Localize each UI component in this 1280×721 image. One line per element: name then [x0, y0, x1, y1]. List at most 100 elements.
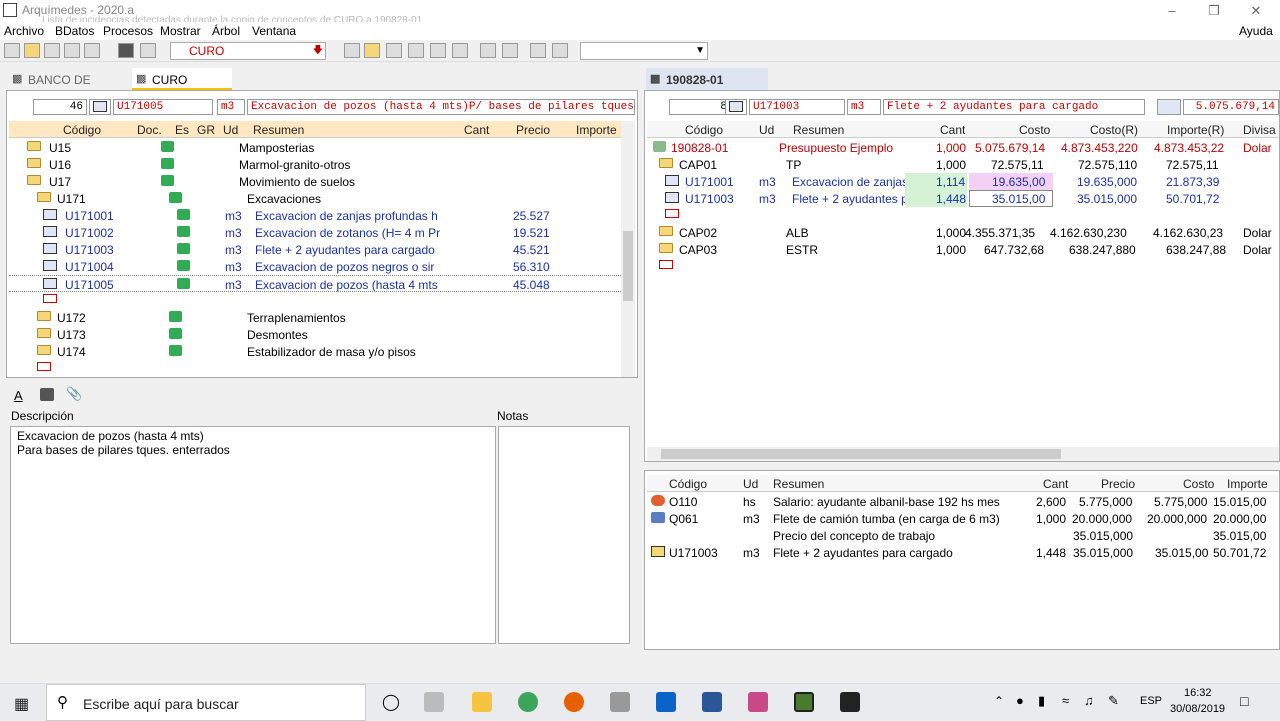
graph-icon[interactable]	[502, 43, 518, 58]
tab-banco[interactable]: ▩ BANCO DE	[8, 68, 132, 90]
image-icon[interactable]	[40, 388, 54, 401]
tree-row[interactable]: U171002 m3 Excavacion de zotanos (H= 4 m P…	[9, 224, 621, 241]
summary-field[interactable]: Excavacion de pozos (hasta 4 mts)P/ base…	[247, 99, 635, 115]
copy-concept-icon[interactable]	[344, 43, 360, 58]
tree-row[interactable]: U15 Mamposterias	[9, 139, 621, 156]
window-icon[interactable]	[530, 43, 546, 58]
explorer-icon[interactable]	[472, 692, 492, 712]
combo-arrow-icon[interactable]: 🡇	[313, 43, 323, 59]
arquimedes-icon[interactable]	[794, 692, 814, 712]
menu-arbol[interactable]: Árbol	[212, 24, 240, 38]
menu-archivo[interactable]: Archivo	[4, 24, 44, 38]
tree-row[interactable]: U171003 m3 Flete + 2 ayudantes para cargad…	[9, 241, 621, 258]
decomposition-row[interactable]: Q061 m3 Flete de camión tumba (en carga de…	[647, 510, 1279, 527]
redo-icon[interactable]	[84, 43, 100, 58]
tree-row[interactable]: U171 Excavaciones	[9, 190, 621, 207]
chart-icon[interactable]	[480, 43, 496, 58]
open-folder-icon[interactable]	[24, 43, 40, 58]
empty-combo[interactable]: ▼	[580, 42, 708, 60]
word-icon[interactable]	[702, 692, 722, 712]
tree-row-empty[interactable]	[9, 292, 621, 309]
code-field[interactable]: U171003	[749, 99, 845, 115]
maximize-icon[interactable]: ❐	[1204, 2, 1224, 20]
video-icon[interactable]	[840, 692, 860, 712]
tree-row[interactable]: U16 Marmol-granito-otros	[9, 156, 621, 173]
clock-time[interactable]: 16:32	[1184, 687, 1212, 699]
microphone-icon[interactable]: ●	[1016, 693, 1024, 708]
tree-row[interactable]: U171004 m3 Excavacion de pozos negros o si…	[9, 258, 621, 275]
budget-row-selected[interactable]: U171003 m3 Flete + 2 ayudantes p 1,448 35.01…	[647, 190, 1279, 207]
menu-bdatos[interactable]: BDatos	[55, 24, 94, 38]
tree-scrollbar[interactable]	[621, 121, 635, 377]
tree-row[interactable]: U171001 m3 Excavacion de zanjas profundas …	[9, 207, 621, 224]
tree-row[interactable]: U172 Terraplenamientos	[9, 309, 621, 326]
tree-row-selected[interactable]: U171005 m3 Excavacion de pozos (hasta 4 mt…	[9, 275, 621, 292]
decomposition-row[interactable]: U171003 m3 Flete + 2 ayudantes para cargad…	[647, 544, 1279, 561]
tab-curo[interactable]: ▩ CURO	[132, 68, 232, 90]
decomposition-row[interactable]: O110 hs Salario: ayudante albanil-base 192…	[647, 493, 1279, 510]
firefox-icon[interactable]	[564, 692, 584, 712]
windows-start-icon[interactable]: ▦	[14, 694, 29, 714]
print-icon[interactable]	[140, 43, 156, 58]
outlook-icon[interactable]	[656, 692, 676, 712]
export-icon[interactable]	[452, 43, 468, 58]
tray-up-icon[interactable]: ⌃	[994, 694, 1004, 708]
folder-tree-icon[interactable]	[364, 43, 380, 58]
tile-icon[interactable]	[552, 43, 568, 58]
budget-row-empty[interactable]	[647, 207, 1279, 224]
budget-row[interactable]: CAP01 TP 1,000 72.575,11 72.575,110 72.575,11	[647, 156, 1279, 173]
budget-header: Código Ud Resumen Cant Costo Costo(R) Im…	[647, 121, 1279, 138]
battery-icon[interactable]: ▮	[1038, 693, 1045, 709]
concept-type-icon[interactable]	[89, 99, 111, 115]
menu-mostrar[interactable]: Mostrar	[160, 24, 201, 38]
tree-row[interactable]: U17 Movimiento de suelos	[9, 173, 621, 190]
cortana-icon[interactable]: ◯	[382, 692, 400, 712]
total-field[interactable]: 5.075.679,14	[1183, 99, 1279, 115]
network-app-icon[interactable]	[610, 692, 630, 712]
budget-row[interactable]: U171001 m3 Excavacion de zanjas 1,114 19.635…	[647, 173, 1279, 190]
search-box[interactable]: ⚲ Escribe aquí para buscar	[46, 684, 366, 721]
calc-icon[interactable]	[1157, 99, 1181, 115]
tree-row[interactable]: U173 Desmontes	[9, 326, 621, 343]
cut-icon[interactable]	[44, 43, 60, 58]
chrome-icon[interactable]	[518, 692, 538, 712]
budget-row[interactable]: CAP03 ESTR 1,000 647.732,68 638.247,880 638.2…	[647, 241, 1279, 258]
count-field[interactable]: 46	[33, 99, 87, 115]
task-view-icon[interactable]	[424, 692, 444, 712]
clock-date[interactable]: 30/08/2019	[1170, 703, 1225, 715]
notifications-icon[interactable]: □	[1240, 693, 1248, 709]
database-combo[interactable]: CURO 🡇	[170, 42, 326, 60]
paint-icon[interactable]	[748, 692, 768, 712]
minimize-icon[interactable]: –	[1162, 2, 1182, 20]
budget-row[interactable]: 190828-01 Presupuesto Ejemplo 1,000 5.075.6…	[647, 139, 1279, 156]
menu-procesos[interactable]: Procesos	[103, 24, 153, 38]
up-arrow-icon[interactable]	[430, 43, 446, 58]
attach-icon[interactable]: 📎	[66, 386, 82, 402]
pen-icon[interactable]: ✎	[1108, 693, 1119, 709]
document-icon[interactable]	[386, 43, 402, 58]
undo-icon[interactable]	[64, 43, 80, 58]
unit-field[interactable]: m3	[217, 99, 245, 115]
concept-type-icon[interactable]	[725, 99, 747, 115]
summary-field[interactable]: Flete + 2 ayudantes para cargado	[883, 99, 1145, 115]
tab-budget[interactable]: ▩ 190828-01	[646, 68, 768, 90]
tree-row[interactable]: U174 Estabilizador de masa y/o pisos	[9, 343, 621, 360]
tree-row-empty[interactable]	[9, 360, 621, 377]
unit-field[interactable]: m3	[847, 99, 881, 115]
wifi-icon[interactable]: ≈	[1062, 693, 1069, 708]
font-icon[interactable]: A	[14, 388, 23, 403]
save-icon[interactable]	[118, 43, 134, 58]
budget-row[interactable]: CAP02 ALB 1,000 4.355.371,35 4.162.630,230 4.…	[647, 224, 1279, 241]
budget-hscroll[interactable]	[647, 447, 1279, 461]
new-file-icon[interactable]	[4, 43, 20, 58]
language-indicator[interactable]: ESP	[1140, 695, 1162, 707]
budget-row-empty[interactable]	[647, 258, 1279, 275]
volume-icon[interactable]: ♫	[1084, 693, 1094, 708]
menu-ventana[interactable]: Ventana	[252, 24, 296, 38]
count-field[interactable]: 8	[669, 99, 731, 115]
notes-text[interactable]	[498, 426, 630, 644]
close-icon[interactable]: ✕	[1246, 2, 1266, 20]
code-field[interactable]: U171005	[113, 99, 213, 115]
description-text[interactable]: Excavacion de pozos (hasta 4 mts) Para b…	[10, 426, 496, 644]
list-icon[interactable]	[408, 43, 424, 58]
